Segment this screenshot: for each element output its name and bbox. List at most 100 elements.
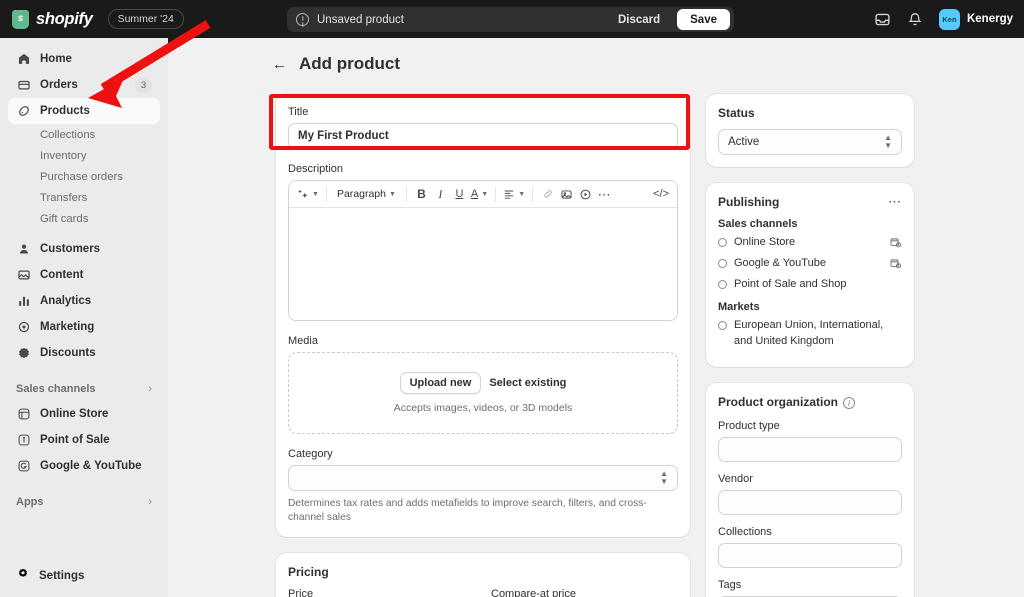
sidebar-item-label: Home	[40, 53, 72, 65]
status-card: Status Active ▲ ▼	[706, 94, 914, 167]
compare-price-field-group: Compare-at price £ 0.00 ?	[491, 588, 678, 597]
chevron-updown-icon: ▲ ▼	[884, 133, 892, 150]
sidebar-item-google-youtube[interactable]: Google & YouTube	[8, 453, 160, 479]
user-menu[interactable]: Ken Kenergy	[938, 8, 1013, 30]
text-color-button[interactable]: A ▼	[469, 185, 490, 204]
publishing-market-row[interactable]: European Union, International, and Unite…	[718, 318, 902, 350]
video-icon[interactable]	[576, 185, 595, 204]
editor-toolbar: ▼ Paragraph ▼ B I U A ▼ ▼ ⋯ </>	[289, 181, 677, 208]
sidebar-item-online-store[interactable]: Online Store	[8, 401, 160, 427]
shopify-logo[interactable]: s shopify Summer '24	[0, 9, 184, 29]
sidebar-item-content[interactable]: Content	[8, 262, 160, 288]
bell-icon[interactable]	[906, 10, 925, 29]
code-icon[interactable]: </>	[651, 185, 671, 204]
sidebar-item-discounts[interactable]: Discounts	[8, 340, 160, 366]
publishing-channel-row[interactable]: Point of Sale and Shop	[718, 277, 902, 293]
description-label: Description	[288, 163, 344, 175]
compare-at-price-label: Compare-at price	[491, 587, 576, 597]
bold-button[interactable]: B	[412, 185, 431, 204]
info-icon[interactable]: i	[843, 397, 855, 410]
toolbar-divider	[405, 186, 407, 202]
publishing-title: Publishing	[718, 195, 780, 209]
sidebar-subitem-purchase-orders[interactable]: Purchase orders	[8, 166, 160, 187]
radio-icon[interactable]	[718, 258, 727, 268]
secondary-column: Status Active ▲ ▼ Publishing ⋯ Sales chan…	[706, 94, 914, 597]
media-actions: Upload new Select existing	[399, 372, 566, 394]
select-existing-button[interactable]: Select existing	[489, 377, 566, 389]
radio-icon[interactable]	[718, 238, 727, 247]
analytics-icon	[16, 294, 31, 309]
markets-label: Markets	[718, 300, 760, 313]
save-button[interactable]: Save	[677, 9, 730, 30]
sidebar-item-label: Products	[40, 105, 90, 117]
discard-button[interactable]: Discard	[609, 10, 669, 30]
media-label: Media	[288, 335, 318, 347]
sidebar-item-settings[interactable]: Settings	[8, 563, 160, 589]
sidebar-item-point-of-sale[interactable]: Point of Sale	[8, 427, 160, 453]
alert-circle-icon	[296, 13, 309, 26]
publishing-header: Publishing ⋯	[718, 195, 902, 209]
status-select[interactable]: Active ▲ ▼	[718, 129, 902, 155]
chevron-right-icon: ›	[148, 383, 152, 395]
home-icon	[16, 52, 31, 67]
chevron-down-icon: ▼	[312, 190, 319, 198]
orders-icon	[16, 78, 31, 93]
sidebar-subitem-transfers[interactable]: Transfers	[8, 187, 160, 208]
magic-wand-icon[interactable]: ▼	[295, 185, 321, 204]
online-store-icon	[16, 407, 31, 422]
category-select[interactable]: ▲ ▼	[288, 465, 678, 491]
title-input[interactable]: My First Product	[288, 123, 678, 149]
description-textarea[interactable]	[289, 208, 677, 320]
collections-input[interactable]	[718, 543, 902, 569]
media-dropzone[interactable]: Upload new Select existing Accepts image…	[288, 352, 678, 434]
pricing-card: Pricing Price £ 0.00 Compare-at price	[276, 552, 690, 597]
text-color-label: A	[470, 188, 479, 200]
image-icon[interactable]	[557, 185, 576, 204]
radio-icon[interactable]	[718, 320, 727, 330]
product-type-input[interactable]	[718, 437, 902, 463]
block-style-dropdown[interactable]: Paragraph ▼	[332, 185, 401, 204]
more-horizontal-icon[interactable]: ⋯	[888, 195, 902, 208]
sidebar-item-products[interactable]: Products	[8, 98, 160, 124]
sidebar-subitem-gift-cards[interactable]: Gift cards	[8, 208, 160, 229]
save-bar: Unsaved product Discard Save	[287, 7, 734, 32]
chevron-down-icon: ▼	[388, 190, 396, 198]
schedule-icon[interactable]	[889, 257, 902, 270]
top-bar: s shopify Summer '24 Unsaved product Dis…	[0, 0, 1024, 38]
sidebar-item-orders[interactable]: Orders 3	[8, 72, 160, 98]
sidebar-section-sales-channels[interactable]: Sales channels ›	[8, 377, 160, 401]
product-organization-title: Product organization i	[718, 395, 902, 410]
more-horizontal-icon[interactable]: ⋯	[595, 185, 614, 204]
sidebar-item-home[interactable]: Home	[8, 46, 160, 72]
marketing-icon	[16, 320, 31, 335]
radio-icon[interactable]	[718, 279, 727, 289]
sales-channels-label: Sales channels	[718, 218, 798, 230]
gear-icon	[16, 567, 30, 586]
inbox-icon[interactable]	[873, 10, 892, 29]
sidebar-item-label: Content	[40, 269, 84, 281]
section-label: Sales channels	[16, 383, 96, 395]
publishing-channel-row[interactable]: Google & YouTube	[718, 256, 902, 272]
toolbar-divider	[325, 186, 327, 202]
sidebar-item-analytics[interactable]: Analytics	[8, 288, 160, 314]
shopify-mark-letter: s	[17, 13, 24, 24]
back-arrow-icon[interactable]: ←	[272, 57, 287, 72]
upload-new-button[interactable]: Upload new	[399, 372, 482, 394]
vendor-input[interactable]	[718, 490, 902, 516]
italic-button[interactable]: I	[431, 185, 450, 204]
sidebar-subitem-inventory[interactable]: Inventory	[8, 145, 160, 166]
sidebar-item-label: Discounts	[40, 347, 96, 359]
underline-button[interactable]: U	[450, 185, 469, 204]
content-icon	[16, 268, 31, 283]
link-icon[interactable]	[538, 185, 557, 204]
sidebar-section-apps[interactable]: Apps ›	[8, 490, 160, 514]
price-field-group: Price £ 0.00	[288, 588, 475, 597]
schedule-icon[interactable]	[889, 236, 902, 249]
toolbar-divider	[495, 186, 497, 202]
publishing-channel-row[interactable]: Online Store	[718, 235, 902, 251]
sidebar-subitem-collections[interactable]: Collections	[8, 124, 160, 145]
align-left-icon[interactable]: ▼	[501, 185, 527, 204]
sidebar-item-marketing[interactable]: Marketing	[8, 314, 160, 340]
sidebar-item-customers[interactable]: Customers	[8, 236, 160, 262]
publishing-card: Publishing ⋯ Sales channels Online Store…	[706, 183, 914, 367]
